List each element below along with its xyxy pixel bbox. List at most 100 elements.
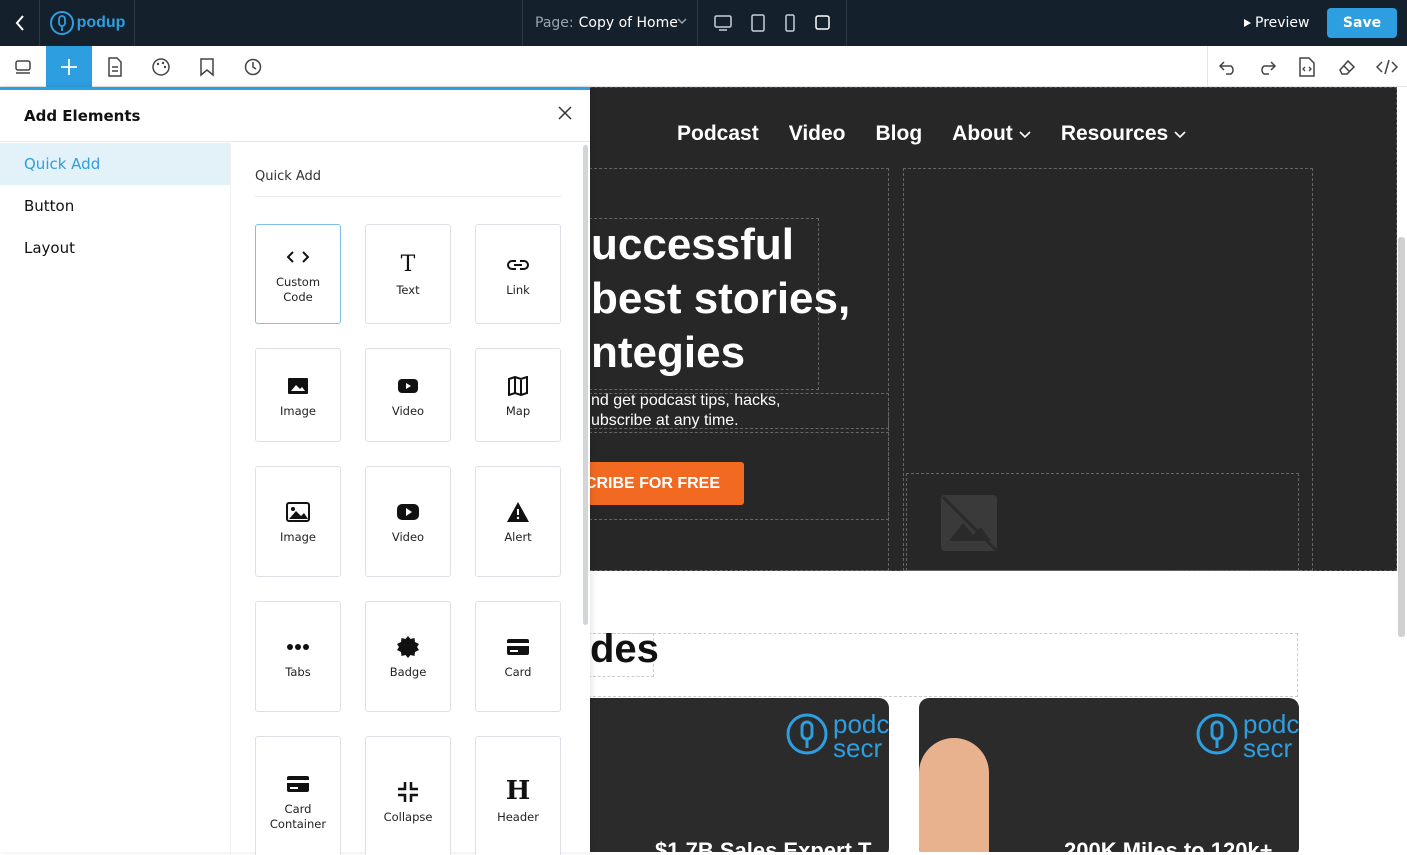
plus-icon — [61, 58, 77, 75]
hero-title-line: uccessful — [591, 220, 794, 269]
guest-photo — [919, 738, 989, 852]
undo-icon — [1218, 60, 1234, 75]
hero-title-line: ntegies — [591, 328, 746, 377]
tile-label: Link — [506, 282, 530, 297]
episode-card[interactable]: podc secr 200K Miles to 120k+ — [919, 698, 1299, 852]
tile-text[interactable]: T Text — [365, 224, 451, 324]
tile-image[interactable]: Image — [255, 348, 341, 442]
hero-title-line: best stories, — [591, 274, 851, 323]
tile-label: Image — [279, 530, 317, 544]
chevron-down-icon — [677, 18, 687, 25]
history-button[interactable] — [230, 46, 276, 87]
code-file-icon — [1299, 56, 1315, 77]
tabs-icon — [287, 644, 309, 650]
fullscreen-icon[interactable] — [814, 14, 832, 32]
tile-badge[interactable]: Badge — [365, 601, 451, 712]
hero-sub-line: ubscribe at any time. — [591, 412, 739, 429]
site-nav: Podcast Video Blog About Resources — [677, 122, 1186, 146]
tile-map[interactable]: Map — [475, 348, 561, 442]
panel-content: Quick Add Custom Code T Text Link Image … — [230, 143, 575, 855]
category-quick-add[interactable]: Quick Add — [0, 143, 230, 185]
code-view-button[interactable] — [1367, 46, 1407, 87]
tile-label: Collapse — [383, 809, 433, 824]
collapse-icon — [398, 781, 418, 802]
tile-label: Video — [391, 530, 425, 544]
editor-toolbar — [0, 46, 1407, 87]
nav-video[interactable]: Video — [789, 122, 846, 146]
preview-button[interactable]: Preview — [1242, 0, 1310, 46]
tile-tabs[interactable]: Tabs — [255, 601, 341, 712]
layers-icon — [15, 59, 31, 74]
back-button[interactable] — [0, 0, 40, 46]
tile-collapse[interactable]: Collapse — [365, 736, 451, 855]
redo-button[interactable] — [1247, 46, 1287, 87]
category-button[interactable]: Button — [0, 185, 230, 227]
episode-card[interactable]: podc secr $1.7B Sales Expert T — [575, 698, 889, 852]
tile-label: Badge — [389, 665, 427, 679]
tile-label: Custom Code — [275, 275, 321, 304]
tile-label: Map — [505, 403, 531, 418]
tile-image-2[interactable]: Image — [255, 466, 341, 577]
panel-scrollbar[interactable] — [583, 145, 588, 625]
panel-header: Add Elements — [0, 90, 590, 142]
code-icon — [1376, 59, 1398, 74]
card-logo-text: podc secr — [833, 709, 889, 763]
chevron-down-icon — [1174, 131, 1186, 139]
code-file-button[interactable] — [1287, 46, 1327, 87]
undo-button[interactable] — [1208, 46, 1248, 87]
tile-link[interactable]: Link — [475, 224, 561, 324]
nav-about[interactable]: About — [952, 122, 1031, 146]
tile-header[interactable]: H Header — [475, 736, 561, 855]
page-selector[interactable]: Page: Copy of Home — [522, 0, 698, 46]
code-icon — [287, 251, 309, 263]
logo-text: podup — [76, 14, 126, 31]
episodes-header-box[interactable] — [588, 633, 1298, 697]
nav-resources-label: Resources — [1060, 122, 1169, 145]
bookmark-icon — [200, 57, 214, 77]
card-title: 200K Miles to 120k+ — [1064, 838, 1273, 852]
styles-button[interactable] — [138, 46, 184, 87]
alert-icon — [507, 502, 529, 522]
redo-icon — [1261, 60, 1277, 75]
tablet-icon[interactable] — [750, 14, 766, 32]
tile-alert[interactable]: Alert — [475, 466, 561, 577]
microphone-logo-icon — [1196, 713, 1238, 755]
logo[interactable]: podup — [40, 0, 135, 46]
tile-card[interactable]: Card — [475, 601, 561, 712]
document-icon — [108, 56, 122, 77]
tile-card-container[interactable]: Card Container — [255, 736, 341, 855]
save-button[interactable]: Save — [1327, 8, 1397, 38]
section-title: Quick Add — [255, 169, 561, 197]
canvas-scrollbar[interactable] — [1398, 237, 1405, 637]
saved-sections-button[interactable] — [184, 46, 230, 87]
link-icon — [507, 259, 529, 270]
close-icon[interactable] — [558, 106, 572, 120]
nav-podcast[interactable]: Podcast — [677, 122, 759, 146]
category-layout[interactable]: Layout — [0, 227, 230, 269]
nav-resources[interactable]: Resources — [1061, 122, 1186, 146]
add-elements-panel: Add Elements Quick Add Button Layout Qui… — [0, 87, 590, 855]
preview-label: Preview — [1255, 15, 1310, 31]
nav-blog[interactable]: Blog — [876, 122, 923, 146]
tile-label: Card — [504, 665, 532, 679]
layers-button[interactable] — [0, 46, 46, 87]
hero-title: uccessful best stories, ntegies — [591, 218, 850, 380]
tile-video-2[interactable]: Video — [365, 466, 451, 577]
desktop-icon[interactable] — [713, 14, 733, 32]
tile-label: Image — [279, 403, 317, 418]
card-logo-text: podc secr — [1243, 709, 1299, 763]
microphone-logo-icon — [49, 11, 74, 35]
tile-custom-code[interactable]: Custom Code — [255, 224, 341, 324]
pages-button[interactable] — [92, 46, 138, 87]
add-elements-button[interactable] — [46, 46, 92, 87]
episodes-title: des — [590, 627, 659, 671]
tile-label: Card Container — [269, 802, 327, 831]
page-label: Page: — [535, 15, 574, 31]
text-icon: T — [400, 252, 416, 277]
clear-button[interactable] — [1327, 46, 1367, 87]
tile-video[interactable]: Video — [365, 348, 451, 442]
page-value: Copy of Home — [578, 15, 678, 31]
mobile-icon[interactable] — [783, 14, 797, 32]
badge-icon — [397, 636, 419, 658]
panel-category-nav: Quick Add Button Layout — [0, 143, 230, 269]
